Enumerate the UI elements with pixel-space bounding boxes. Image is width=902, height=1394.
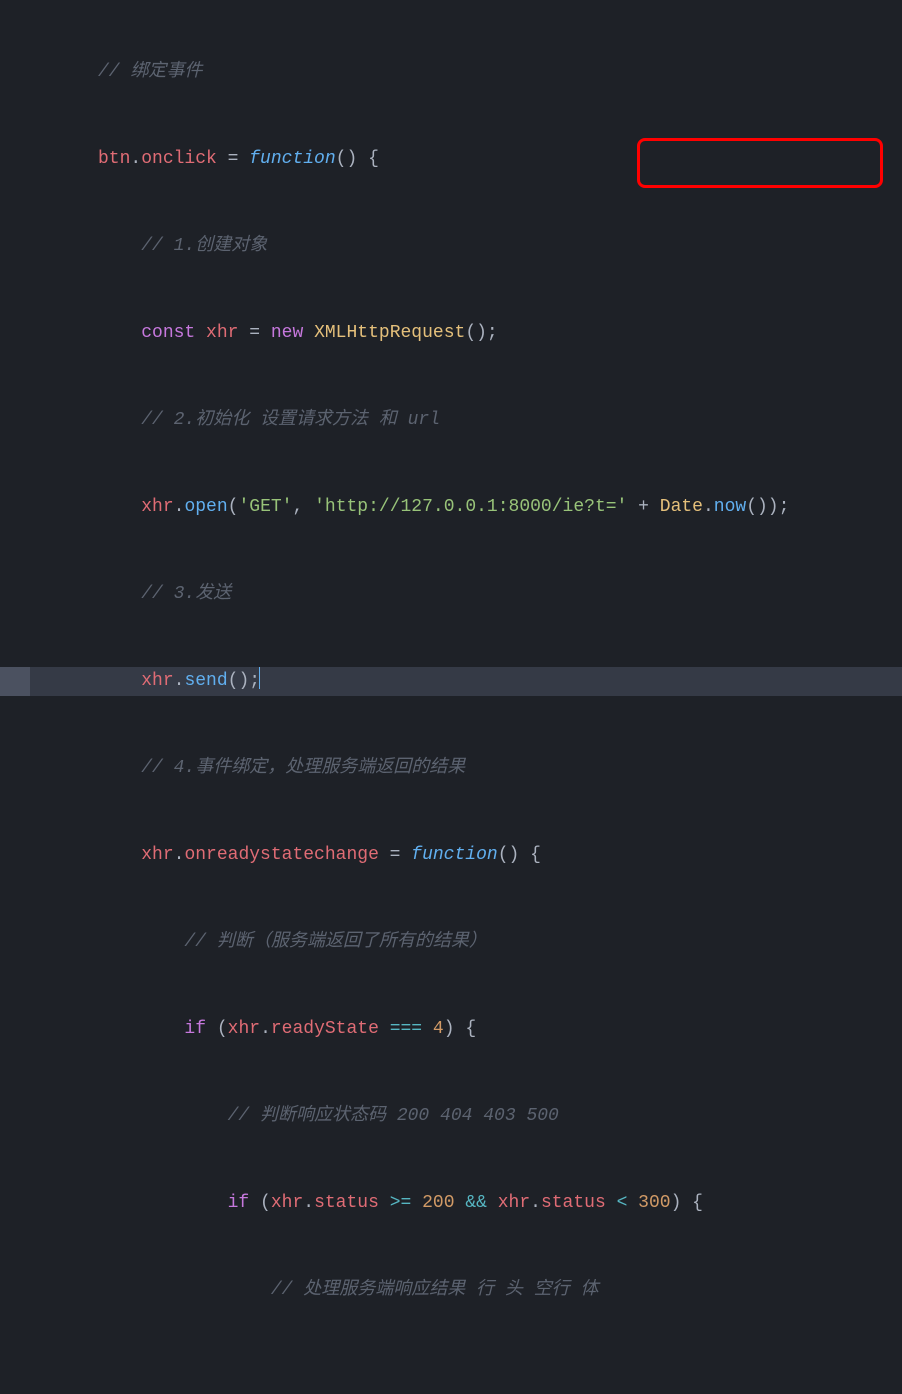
- dot: .: [703, 497, 714, 517]
- op-triple-eq: ===: [379, 1019, 433, 1039]
- method-open: open: [184, 497, 227, 517]
- prop-readystate: readyState: [271, 1019, 379, 1039]
- keyword-if: if: [228, 1193, 250, 1213]
- method-now: now: [714, 497, 746, 517]
- class-xmlhttprequest: XMLHttpRequest: [314, 323, 465, 343]
- var-xhr: xhr: [271, 1193, 303, 1213]
- class-date: Date: [660, 497, 703, 517]
- cond-close: ) {: [671, 1193, 703, 1213]
- num-200: 200: [422, 1193, 454, 1213]
- prop-onreadystatechange: onreadystatechange: [184, 845, 378, 865]
- prop-onclick: onclick: [141, 149, 217, 169]
- keyword-if: if: [184, 1019, 206, 1039]
- dot: .: [174, 497, 185, 517]
- keyword-function: function: [411, 845, 497, 865]
- assign: =: [379, 845, 411, 865]
- method-send: send: [184, 671, 227, 691]
- op-lt: <: [606, 1193, 638, 1213]
- text-cursor: [259, 667, 260, 689]
- var-xhr: xhr: [206, 323, 238, 343]
- open-paren: (: [228, 497, 239, 517]
- op-gte: >=: [379, 1193, 422, 1213]
- string-url: 'http://127.0.0.1:8000/ie?t=': [314, 497, 627, 517]
- comma: ,: [292, 497, 314, 517]
- num-300: 300: [638, 1193, 670, 1213]
- comment-bind-event: // 绑定事件: [98, 62, 202, 82]
- call-close: ());: [746, 497, 789, 517]
- var-xhr: xhr: [498, 1193, 530, 1213]
- prop-status: status: [541, 1193, 606, 1213]
- cond-close: ) {: [444, 1019, 476, 1039]
- op-and: &&: [455, 1193, 498, 1213]
- gutter-current-line: [0, 667, 30, 696]
- comment-send: // 3.发送: [141, 584, 231, 604]
- string-get: 'GET': [238, 497, 292, 517]
- keyword-const: const: [141, 323, 195, 343]
- dot: .: [303, 1193, 314, 1213]
- comment-judge-status: // 判断响应状态码 200 404 403 500: [228, 1106, 559, 1126]
- dot: .: [260, 1019, 271, 1039]
- comment-process: // 处理服务端响应结果 行 头 空行 体: [271, 1280, 599, 1300]
- comment-event-bind: // 4.事件绑定，处理服务端返回的结果: [141, 758, 465, 778]
- keyword-function: function: [249, 149, 335, 169]
- var-btn: btn: [98, 149, 130, 169]
- code-editor[interactable]: // 绑定事件 btn.onclick = function() { // 1.…: [0, 0, 902, 1394]
- prop-status: status: [314, 1193, 379, 1213]
- assign: =: [217, 149, 249, 169]
- var-xhr: xhr: [228, 1019, 260, 1039]
- var-xhr: xhr: [141, 845, 173, 865]
- assign: =: [238, 323, 270, 343]
- current-line: xhr.send();: [0, 667, 902, 696]
- comment-create: // 1.创建对象: [141, 236, 267, 256]
- keyword-new: new: [271, 323, 303, 343]
- plus-op: +: [627, 497, 659, 517]
- dot: .: [130, 149, 141, 169]
- dot: .: [530, 1193, 541, 1213]
- open-paren: (: [217, 1019, 228, 1039]
- fn-open: () {: [336, 149, 379, 169]
- ctor-close: ();: [465, 323, 497, 343]
- var-xhr: xhr: [141, 671, 173, 691]
- dot: .: [174, 845, 185, 865]
- var-xhr: xhr: [141, 497, 173, 517]
- dot: .: [174, 671, 185, 691]
- comment-judge-result: // 判断（服务端返回了所有的结果）: [184, 932, 486, 952]
- send-close: ();: [228, 671, 260, 691]
- comment-init: // 2.初始化 设置请求方法 和 url: [141, 410, 440, 430]
- num-4: 4: [433, 1019, 444, 1039]
- fn-open: () {: [498, 845, 541, 865]
- open-paren: (: [260, 1193, 271, 1213]
